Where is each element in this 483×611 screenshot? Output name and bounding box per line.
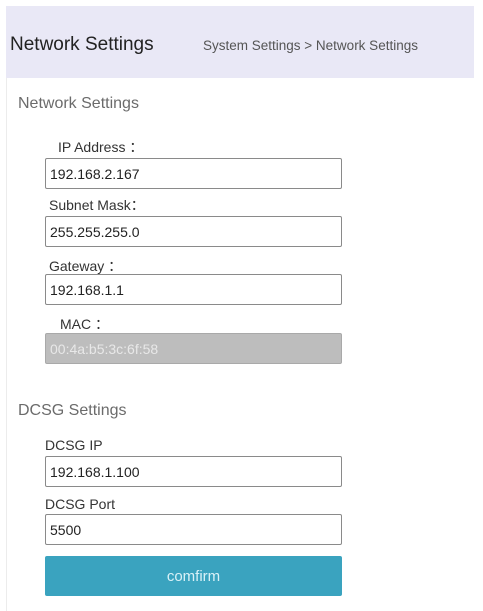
dcsg-ip-input[interactable] [45,456,342,487]
mac-label: MAC ： [60,316,109,332]
confirm-button[interactable]: comfirm [45,556,342,596]
ip-address-label: IP Address ： [58,139,144,155]
content-divider [6,78,7,611]
page-header: Network Settings System Settings > Netwo… [6,6,474,78]
gateway-input[interactable] [45,274,342,305]
ip-address-input[interactable] [45,158,342,189]
subnet-mask-input[interactable] [45,216,342,247]
dcsg-port-label: DCSG Port [45,496,116,512]
mac-address-input [45,333,342,364]
subnet-mask-label: Subnet Mask： [49,197,145,213]
dcsg-ip-label: DCSG IP [45,437,103,453]
breadcrumb: System Settings > Network Settings [203,38,418,53]
dcsg-settings-section-title: DCSG Settings [18,402,127,419]
dcsg-port-input[interactable] [45,514,342,545]
gateway-label: Gateway ： [49,258,123,274]
network-settings-section-title: Network Settings [18,95,139,112]
page-title: Network Settings [10,34,154,55]
